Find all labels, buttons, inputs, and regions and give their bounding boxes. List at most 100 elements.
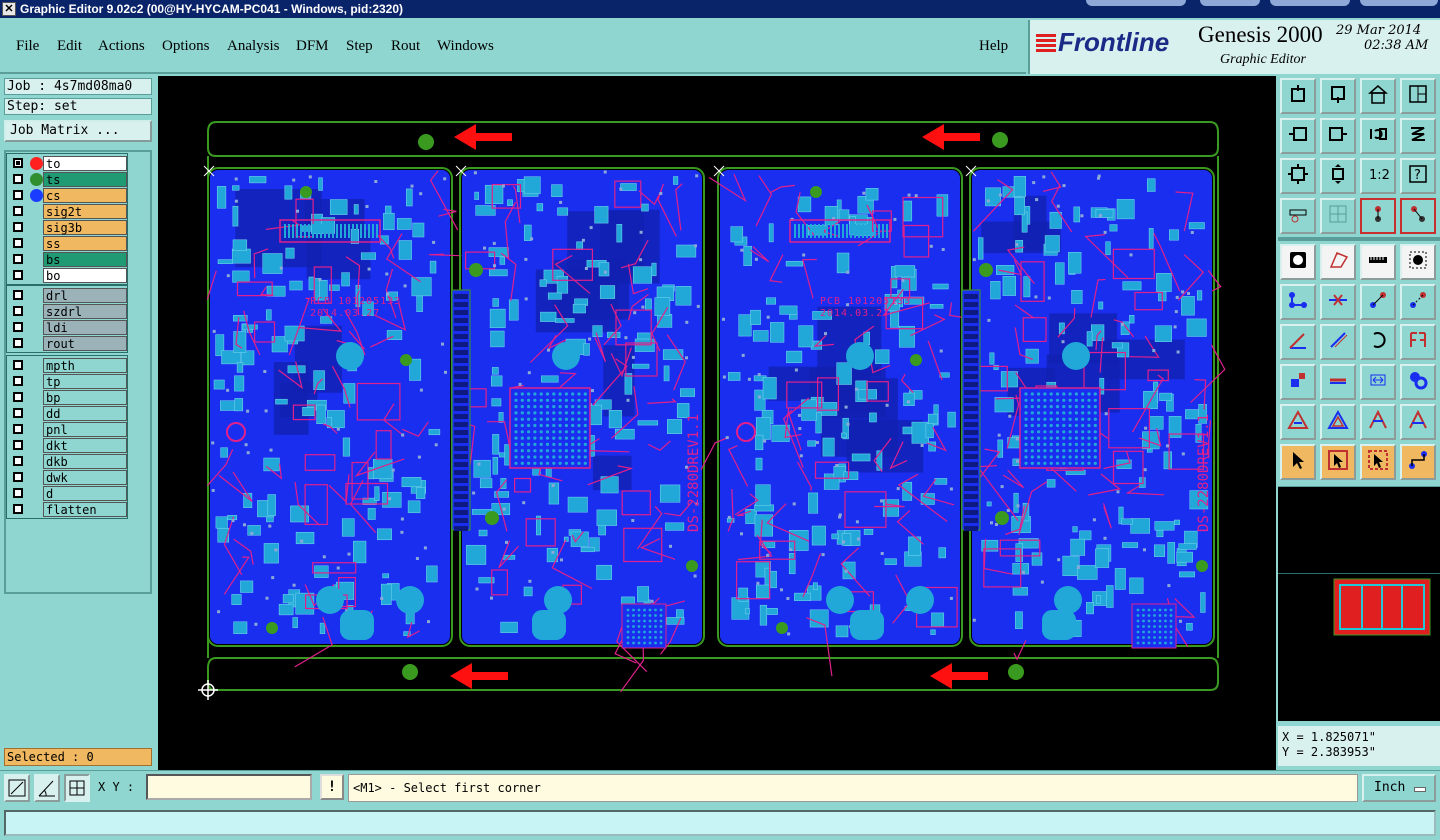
layer-checkbox[interactable] [13, 488, 23, 498]
layer-row-mpth[interactable]: mpth [8, 358, 128, 373]
layer-checkbox[interactable] [13, 472, 23, 482]
move-node-2-button[interactable] [1400, 284, 1436, 320]
window-tab[interactable] [1200, 0, 1260, 6]
layer-row-drl[interactable]: drl [8, 288, 128, 303]
grid-snap-button[interactable] [64, 774, 90, 802]
layer-row-dkb[interactable]: dkb [8, 454, 128, 469]
layer-checkbox[interactable] [13, 290, 23, 300]
layer-row-flatten[interactable]: flatten [8, 502, 128, 517]
help-button[interactable]: ? [1400, 158, 1436, 194]
layer-checkbox[interactable] [13, 322, 23, 332]
menu-file[interactable]: File [16, 38, 39, 55]
triangle-2-button[interactable] [1320, 404, 1356, 440]
window-button[interactable] [1400, 78, 1436, 114]
layer-checkbox[interactable] [13, 338, 23, 348]
window-tab[interactable] [1086, 0, 1186, 6]
diagonal-button[interactable] [1320, 324, 1356, 360]
zoom-area-button[interactable] [4, 774, 30, 802]
layer-row-dd[interactable]: dd [8, 406, 128, 421]
layers-red-2-button[interactable] [1400, 198, 1436, 234]
layer-checkbox[interactable] [13, 376, 23, 386]
graphic-canvas[interactable]: PCB 101205133 2014.03.27 DS-2280DREV1.1 PCB… [158, 76, 1276, 770]
menu-windows[interactable]: Windows [437, 38, 494, 55]
record-button[interactable] [1280, 244, 1316, 280]
layers-red-button[interactable] [1360, 198, 1396, 234]
layer-checkbox[interactable] [13, 174, 23, 184]
triangle-3-button[interactable] [1360, 404, 1396, 440]
layer-row-rout[interactable]: rout [8, 336, 128, 351]
layer-row-cs[interactable]: cs [8, 188, 128, 203]
menu-edit[interactable]: Edit [57, 38, 82, 55]
layer-row-tp[interactable]: tp [8, 374, 128, 389]
layer-checkbox[interactable] [13, 424, 23, 434]
message-line[interactable] [4, 810, 1436, 836]
layer-row-dwk[interactable]: dwk [8, 470, 128, 485]
measure-tool-button[interactable] [1280, 198, 1316, 234]
pan-left-button[interactable] [1280, 118, 1316, 154]
layer-checkbox[interactable] [13, 360, 23, 370]
pan-right-button[interactable] [1320, 118, 1356, 154]
angle-button[interactable] [1280, 324, 1316, 360]
snapshot-button[interactable] [1280, 78, 1316, 114]
line-button[interactable] [1320, 364, 1356, 400]
layer-row-sig3b[interactable]: sig3b [8, 220, 128, 235]
layer-row-bs[interactable]: bs [8, 252, 128, 267]
layer-checkbox[interactable] [13, 206, 23, 216]
layer-checkbox[interactable] [13, 270, 23, 280]
polygon-button[interactable] [1320, 244, 1356, 280]
layer-checkbox[interactable] [13, 254, 23, 264]
app-icon[interactable]: ✕ [2, 2, 16, 16]
layer-checkbox[interactable] [13, 306, 23, 316]
layer-checkbox[interactable] [13, 440, 23, 450]
flip-button[interactable] [1400, 324, 1436, 360]
layer-row-to[interactable]: to [8, 156, 128, 171]
layer-row-ldi[interactable]: ldi [8, 320, 128, 335]
menu-dfm[interactable]: DFM [296, 38, 329, 55]
home-button[interactable] [1360, 78, 1396, 114]
angle-snap-button[interactable] [34, 774, 60, 802]
layer-row-dkt[interactable]: dkt [8, 438, 128, 453]
layer-row-d[interactable]: d [8, 486, 128, 501]
xy-input[interactable] [146, 774, 312, 800]
pointer-button[interactable] [1280, 444, 1316, 480]
menu-rout[interactable]: Rout [391, 38, 420, 55]
grid-button[interactable] [1320, 198, 1356, 234]
layer-checkbox[interactable] [13, 504, 23, 514]
shapes-button[interactable] [1400, 364, 1436, 400]
menu-analysis[interactable]: Analysis [227, 38, 280, 55]
ruler-button[interactable] [1360, 244, 1396, 280]
one-to-one-button[interactable]: 1:2 [1360, 158, 1396, 194]
layer-row-ts[interactable]: ts [8, 172, 128, 187]
fit-button[interactable] [1280, 158, 1316, 194]
layer-checkbox[interactable] [13, 392, 23, 402]
move-node-button[interactable] [1360, 284, 1396, 320]
layer-checkbox[interactable] [13, 456, 23, 466]
layer-row-bo[interactable]: bo [8, 268, 128, 283]
window-tab[interactable] [1270, 0, 1350, 6]
black-dot-button[interactable] [1400, 244, 1436, 280]
select-feature-button[interactable] [1280, 364, 1316, 400]
arc-button[interactable] [1360, 324, 1396, 360]
menu-help[interactable]: Help [979, 38, 1008, 55]
triangle-4-button[interactable] [1400, 404, 1436, 440]
triangle-button[interactable] [1280, 404, 1316, 440]
units-selector[interactable]: Inch [1362, 774, 1436, 802]
redraw-button[interactable] [1400, 118, 1436, 154]
layer-row-ss[interactable]: ss [8, 236, 128, 251]
layer-row-bp[interactable]: bp [8, 390, 128, 405]
layer-checkbox[interactable] [13, 222, 23, 232]
menu-step[interactable]: Step [346, 38, 373, 55]
layer-row-sig2t[interactable]: sig2t [8, 204, 128, 219]
link-nodes-button[interactable] [1280, 284, 1316, 320]
zoom-previous-button[interactable] [1360, 118, 1396, 154]
pcb-panel-view[interactable]: PCB 1012051332014.03.27DS-2280DREV1.1PCB… [158, 76, 1276, 770]
restore-button[interactable] [1320, 78, 1356, 114]
layer-checkbox[interactable] [13, 190, 23, 200]
menu-actions[interactable]: Actions [98, 38, 145, 55]
layer-checkbox[interactable] [13, 238, 23, 248]
menu-options[interactable]: Options [162, 38, 210, 55]
cross-nodes-button[interactable] [1320, 284, 1356, 320]
layer-checkbox[interactable] [13, 408, 23, 418]
alert-button[interactable]: ! [320, 774, 344, 800]
layer-row-pnl[interactable]: pnl [8, 422, 128, 437]
